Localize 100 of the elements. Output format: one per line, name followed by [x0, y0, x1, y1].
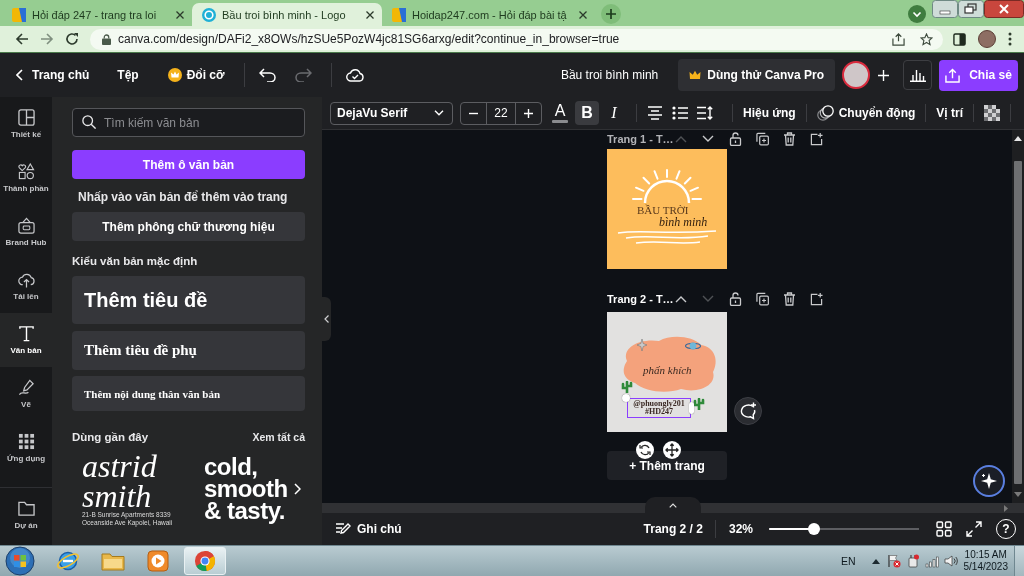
star-icon[interactable]	[920, 32, 933, 46]
scroll-right-arrow-icon[interactable]	[1004, 504, 1008, 512]
sidebar-icon[interactable]	[953, 32, 966, 46]
redo-icon[interactable]	[293, 68, 312, 82]
search-field[interactable]: Tìm kiếm văn bản	[72, 108, 305, 137]
user-avatar[interactable]	[842, 61, 870, 89]
resize-handle[interactable]	[622, 394, 630, 402]
show-desktop-button[interactable]	[1014, 546, 1024, 576]
close-icon[interactable]	[366, 10, 374, 19]
font-combo-preview[interactable]: cold, smooth & tasty.	[204, 456, 288, 522]
profile-avatar[interactable]	[978, 30, 996, 48]
add-brand-fonts-button[interactable]: Thêm phông chữ thương hiệu	[72, 212, 305, 241]
duplicate-icon[interactable]	[756, 292, 769, 306]
text-style-card[interactable]: Thêm nội dung thân văn bản	[72, 376, 305, 411]
duplicate-icon[interactable]	[756, 132, 769, 146]
page-title[interactable]: Trang 2 - T…	[607, 293, 675, 305]
page-title[interactable]: Trang 1 - T…	[607, 133, 675, 145]
reload-icon[interactable]	[65, 32, 79, 46]
scroll-up-arrow-icon[interactable]	[1014, 136, 1022, 141]
bold-button[interactable]: B	[575, 101, 599, 125]
clock[interactable]: 10:15 AM 5/14/2023	[963, 549, 1008, 573]
add-page-button[interactable]: + Thêm trang	[607, 451, 727, 480]
file-menu-button[interactable]: Tệp	[117, 61, 139, 89]
animate-button[interactable]: Chuyển động	[816, 105, 916, 121]
browser-tab[interactable]: Hỏi đáp 247 - trang tra loi	[2, 3, 192, 26]
chevron-up-icon[interactable]	[675, 295, 687, 303]
flag-icon[interactable]	[886, 554, 901, 568]
text-style-card[interactable]: Thêm tiêu đề phụ	[72, 331, 305, 370]
close-icon[interactable]	[578, 10, 587, 19]
home-button[interactable]: Trang chủ	[16, 61, 90, 89]
see-all-link[interactable]: Xem tất cả	[252, 431, 305, 443]
line-spacing-icon[interactable]	[697, 106, 713, 120]
text-color-button[interactable]: A	[548, 101, 572, 125]
rail-item[interactable]: Văn bản	[0, 313, 52, 367]
sparkle-icon[interactable]	[973, 465, 1005, 497]
browser-tab[interactable]: Bầu troi bình minh - Logo	[192, 3, 382, 26]
text-style-card[interactable]: Thêm tiêu đề	[72, 276, 305, 324]
chevron-down-icon[interactable]	[702, 135, 714, 143]
unlock-icon[interactable]	[729, 292, 742, 306]
rail-item[interactable]: Thiết kế	[0, 97, 52, 151]
scrollbar-thumb[interactable]	[1014, 161, 1022, 484]
share-button[interactable]: Chia sẻ	[939, 59, 1018, 91]
chevron-right-icon[interactable]	[293, 483, 301, 495]
close-icon[interactable]	[176, 10, 184, 19]
page-thumbnail[interactable]: BẦU TRỜI bình minh	[607, 149, 727, 269]
scroll-down-arrow-icon[interactable]	[1014, 492, 1022, 497]
forward-arrow-icon[interactable]	[40, 32, 54, 46]
menu-icon[interactable]	[1008, 32, 1012, 46]
position-button[interactable]: Vị trí	[936, 106, 964, 120]
cloud-check-icon[interactable]	[345, 68, 364, 82]
resize-button[interactable]: Đổi cỡ	[167, 61, 225, 89]
signal-bars-icon[interactable]	[924, 554, 939, 568]
add-text-box-button[interactable]: Thêm ô văn bản	[72, 150, 305, 179]
start-orb-icon[interactable]	[5, 546, 35, 576]
close-icon[interactable]	[984, 0, 1024, 18]
rail-item[interactable]: Brand Hub	[0, 205, 52, 259]
add-comment-icon[interactable]	[734, 397, 762, 425]
slider-thumb[interactable]	[808, 523, 820, 535]
fullscreen-icon[interactable]	[966, 521, 982, 537]
rail-item[interactable]: Ứng dụng	[0, 421, 52, 475]
rail-item[interactable]: Thành phần	[0, 151, 52, 205]
rail-item[interactable]: Tải lên	[0, 259, 52, 313]
power-plug-icon[interactable]	[905, 554, 920, 568]
add-page-icon[interactable]	[810, 292, 823, 306]
speaker-icon[interactable]	[943, 554, 958, 568]
back-arrow-icon[interactable]	[15, 32, 29, 46]
media-player-icon[interactable]	[146, 549, 170, 573]
trash-icon[interactable]	[783, 292, 796, 306]
browser-tab[interactable]: Hoidap247.com - Hỏi đáp bài tậ	[382, 3, 595, 26]
try-pro-button[interactable]: Dùng thử Canva Pro	[678, 59, 835, 91]
bullet-list-icon[interactable]	[672, 106, 688, 120]
language-indicator[interactable]: EN	[840, 555, 856, 567]
new-tab-icon[interactable]	[600, 4, 621, 24]
trash-icon[interactable]	[783, 132, 796, 146]
address-bar[interactable]: canva.com/design/DAFi2_x8OWs/hzSUe5PozW4jc81SG6arxg/edit?continue_in_browser=true	[90, 28, 943, 50]
align-center-icon[interactable]	[647, 106, 663, 120]
rail-item[interactable]: Vẽ	[0, 367, 52, 421]
insights-button[interactable]	[903, 60, 932, 90]
resize-handle[interactable]	[689, 402, 694, 414]
effects-button[interactable]: Hiệu ứng	[743, 106, 796, 120]
grid-view-icon[interactable]	[936, 521, 952, 537]
font-size-field[interactable]: 22	[486, 102, 516, 124]
share-icon[interactable]	[892, 32, 905, 46]
add-page-icon[interactable]	[810, 132, 823, 146]
transparency-icon[interactable]	[984, 105, 1001, 121]
plus-icon[interactable]	[878, 69, 889, 81]
italic-button[interactable]: I	[602, 101, 626, 125]
page-counter[interactable]: Trang 2 / 2	[643, 522, 703, 536]
collapse-panel-handle[interactable]	[322, 297, 331, 341]
unlock-icon[interactable]	[729, 132, 742, 146]
design-title[interactable]: Bầu troi bình minh	[560, 68, 659, 82]
notes-button[interactable]: Ghi chú	[335, 522, 402, 536]
caret-up-icon[interactable]	[871, 558, 880, 564]
globe-icon[interactable]	[56, 549, 80, 573]
font-dropdown[interactable]: DejaVu Serif	[330, 101, 453, 125]
zoom-level[interactable]: 32%	[728, 522, 753, 536]
taskbar-app-tile[interactable]	[184, 547, 226, 575]
restore-icon[interactable]	[958, 0, 984, 18]
undo-icon[interactable]	[258, 68, 277, 82]
vertical-scrollbar[interactable]	[1012, 130, 1024, 503]
